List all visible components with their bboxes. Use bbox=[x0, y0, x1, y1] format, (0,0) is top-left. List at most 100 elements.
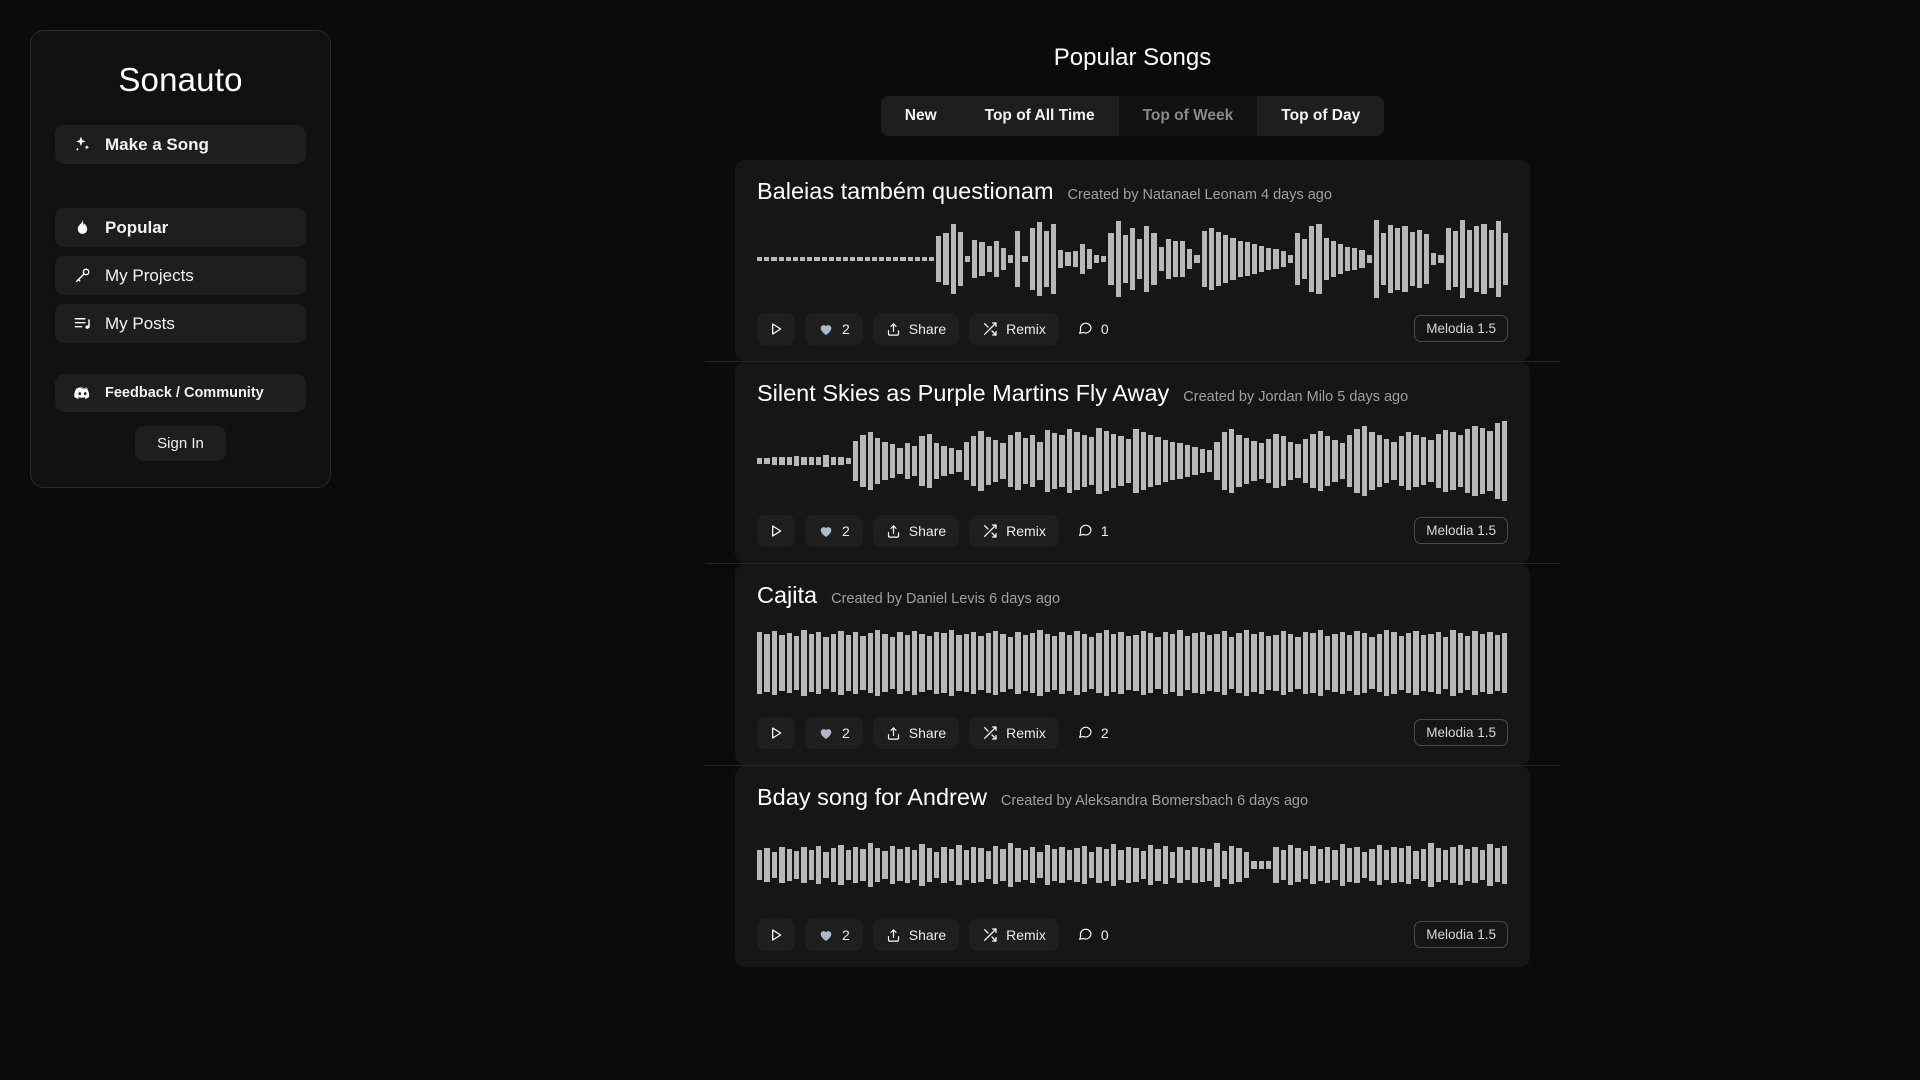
waveform-bar bbox=[1273, 634, 1279, 692]
waveform-bar bbox=[897, 447, 903, 475]
comment-button[interactable]: 0 bbox=[1069, 313, 1117, 345]
comment-button[interactable]: 0 bbox=[1069, 919, 1117, 951]
waveform-bar bbox=[1170, 851, 1176, 879]
waveform[interactable] bbox=[757, 215, 1509, 303]
waveform-bar bbox=[1273, 847, 1279, 883]
play-button[interactable] bbox=[757, 717, 795, 749]
like-button[interactable]: 2 bbox=[805, 515, 863, 547]
waveform-bar bbox=[1122, 235, 1128, 283]
waveform-bar bbox=[1302, 850, 1309, 880]
waveform-bar bbox=[897, 632, 903, 694]
tab-new[interactable]: New bbox=[880, 96, 961, 136]
tab-top-of-day[interactable]: Top of Day bbox=[1257, 96, 1385, 136]
waveform-bar bbox=[1066, 850, 1073, 880]
waveform-bar bbox=[1398, 635, 1404, 691]
share-button[interactable]: Share bbox=[872, 515, 960, 547]
share-button[interactable]: Share bbox=[872, 919, 960, 951]
filter-tabs[interactable]: New Top of All Time Top of Week Top of Day bbox=[880, 96, 1385, 136]
waveform-bar bbox=[1395, 228, 1401, 290]
waveform-bar bbox=[1273, 249, 1279, 269]
waveform-bar bbox=[956, 449, 962, 473]
remix-button[interactable]: Remix bbox=[969, 717, 1059, 749]
page-title: Popular Songs bbox=[1053, 44, 1212, 71]
waveform-bar bbox=[1406, 431, 1412, 491]
remix-button[interactable]: Remix bbox=[969, 919, 1059, 951]
sidebar-item-make-a-song[interactable]: Make a Song bbox=[55, 125, 306, 164]
song-card[interactable]: Silent Skies as Purple Martins Fly Away C… bbox=[735, 362, 1530, 563]
waveform-bar bbox=[956, 634, 962, 692]
waveform-bar bbox=[850, 257, 856, 261]
waveform-bar bbox=[1140, 631, 1146, 695]
waveform-bar bbox=[1172, 240, 1179, 278]
play-button[interactable] bbox=[757, 515, 795, 547]
shuffle-icon bbox=[982, 927, 998, 943]
sidebar-item-popular[interactable]: Popular bbox=[55, 208, 306, 247]
waveform-bar bbox=[993, 241, 999, 277]
waveform-bar bbox=[1457, 633, 1463, 693]
waveform-bar bbox=[978, 635, 984, 691]
like-button[interactable]: 2 bbox=[805, 717, 863, 749]
sign-in-button[interactable]: Sign In bbox=[135, 426, 226, 461]
model-badge: Melodia 1.5 bbox=[1414, 517, 1508, 544]
waveform[interactable] bbox=[757, 619, 1508, 707]
song-meta: Created by Aleksandra Bomersbach 6 days … bbox=[1000, 793, 1309, 809]
song-title[interactable]: Baleias também questionam bbox=[757, 178, 1054, 205]
sidebar-item-my-posts[interactable]: My Posts bbox=[55, 304, 306, 343]
waveform-bar bbox=[921, 257, 928, 261]
waveform-bar bbox=[1287, 255, 1293, 263]
comment-button[interactable]: 1 bbox=[1069, 515, 1117, 547]
waveform-bar bbox=[1501, 845, 1508, 885]
song-title[interactable]: Cajita bbox=[757, 582, 817, 609]
waveform-bar bbox=[978, 431, 984, 491]
remix-button[interactable]: Remix bbox=[969, 515, 1059, 547]
tab-top-of-all-time[interactable]: Top of All Time bbox=[960, 96, 1119, 136]
model-badge: Melodia 1.5 bbox=[1414, 315, 1508, 342]
comment-count: 1 bbox=[1100, 523, 1109, 539]
waveform-bar bbox=[1214, 633, 1220, 693]
waveform-bar bbox=[801, 847, 807, 883]
waveform-bar bbox=[1118, 632, 1124, 694]
waveform-bar bbox=[941, 846, 947, 884]
waveform-bar bbox=[1111, 843, 1117, 887]
song-card[interactable]: Bday song for Andrew Created by Aleksandr… bbox=[735, 766, 1530, 967]
waveform-bar bbox=[1369, 636, 1375, 690]
song-card[interactable]: Baleias também questionam Created by Nata… bbox=[735, 160, 1530, 361]
comment-button[interactable]: 2 bbox=[1069, 717, 1117, 749]
song-card[interactable]: Cajita Created by Daniel Levis 6 days ago… bbox=[735, 564, 1530, 765]
tab-top-of-week[interactable]: Top of Week bbox=[1118, 96, 1258, 136]
comment-count: 2 bbox=[1100, 725, 1109, 741]
waveform-bar bbox=[1088, 437, 1095, 485]
waveform-bar bbox=[1376, 435, 1382, 487]
waveform-bar bbox=[929, 257, 935, 261]
waveform-bar bbox=[828, 257, 834, 261]
waveform-bar bbox=[1101, 256, 1107, 262]
like-button[interactable]: 2 bbox=[805, 919, 863, 951]
share-label: Share bbox=[908, 321, 947, 337]
song-title[interactable]: Silent Skies as Purple Martins Fly Away bbox=[757, 380, 1169, 407]
waveform-bar bbox=[993, 439, 999, 483]
share-button[interactable]: Share bbox=[872, 313, 960, 345]
sidebar-item-my-projects[interactable]: My Projects bbox=[55, 256, 306, 295]
waveform-bar bbox=[1133, 634, 1139, 692]
sidebar-item-feedback-community[interactable]: Feedback / Community bbox=[55, 374, 306, 412]
waveform[interactable] bbox=[757, 821, 1508, 909]
waveform-bar bbox=[1428, 633, 1434, 693]
waveform-bar bbox=[875, 848, 881, 882]
share-button[interactable]: Share bbox=[872, 717, 960, 749]
waveform-bar bbox=[1096, 633, 1102, 693]
play-button[interactable] bbox=[757, 919, 795, 951]
remix-button[interactable]: Remix bbox=[969, 313, 1059, 345]
waveform-bar bbox=[1177, 847, 1183, 883]
waveform-bar bbox=[764, 848, 770, 882]
like-button[interactable]: 2 bbox=[805, 313, 863, 345]
waveform-bar bbox=[816, 457, 822, 465]
song-title[interactable]: Bday song for Andrew bbox=[757, 784, 987, 811]
waveform-bar bbox=[779, 457, 785, 465]
waveform[interactable] bbox=[757, 417, 1508, 505]
play-button[interactable] bbox=[757, 313, 795, 345]
waveform-bar bbox=[1280, 631, 1286, 695]
waveform-bar bbox=[1029, 228, 1035, 290]
waveform-bar bbox=[1007, 434, 1014, 488]
waveform-bar bbox=[1155, 849, 1161, 881]
waveform-bar bbox=[1000, 248, 1007, 270]
